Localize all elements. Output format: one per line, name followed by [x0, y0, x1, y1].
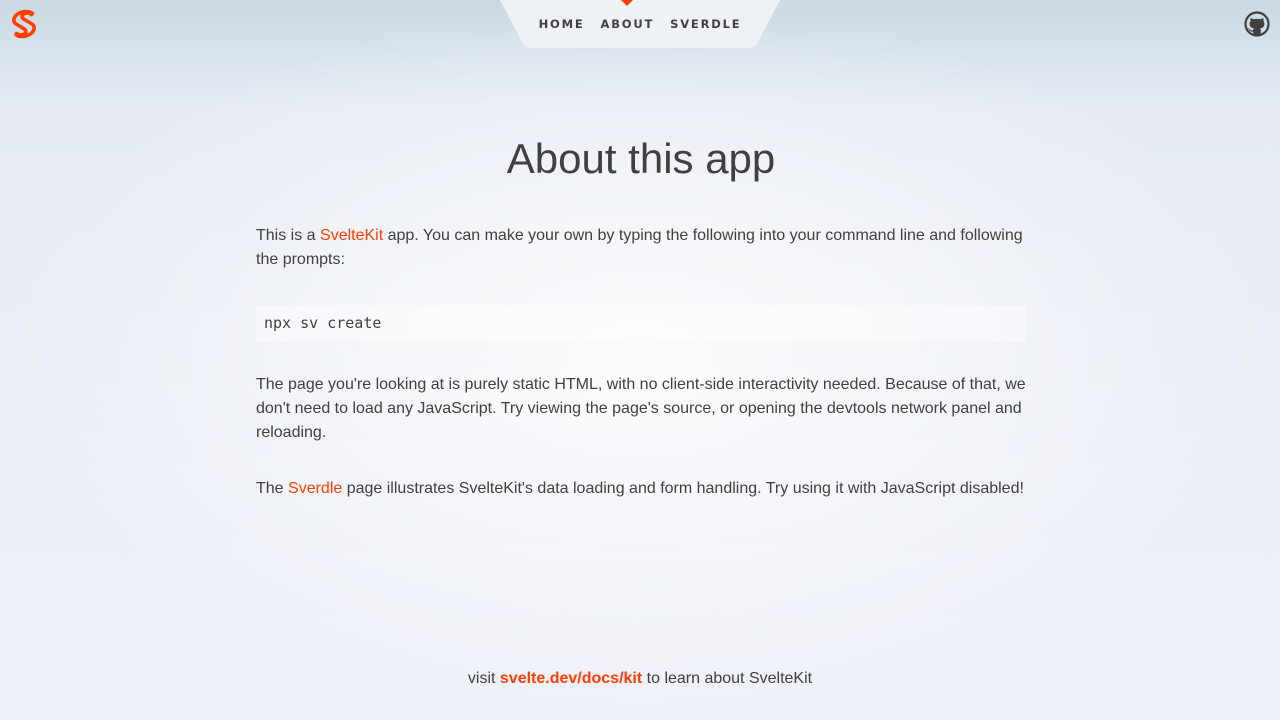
static-html-paragraph: The page you're looking at is purely sta…	[256, 376, 1026, 441]
sverdle-paragraph: The Sverdle page illustrates SvelteKit's…	[256, 477, 1026, 501]
sverdle-text-after: page illustrates SvelteKit's data loadin…	[342, 480, 1024, 497]
command-code-block: npx sv create	[256, 305, 1026, 341]
page-title: About this app	[506, 135, 776, 182]
footer-text-after: to learn about SvelteKit	[642, 670, 813, 687]
about-content: About this app This is a SvelteKit app. …	[256, 0, 1026, 501]
footer-text-before: visit	[467, 670, 500, 687]
sveltekit-link[interactable]: SvelteKit	[320, 227, 383, 244]
svelte-logo-link[interactable]	[10, 9, 38, 39]
svelte-docs-link[interactable]: svelte.dev/docs/kit	[500, 670, 642, 687]
site-footer: visit svelte.dev/docs/kit to learn about…	[0, 668, 1280, 690]
sverdle-link[interactable]: Sverdle	[288, 480, 342, 497]
command-code: npx sv create	[264, 314, 382, 332]
intro-paragraph: This is a SvelteKit app. You can make yo…	[256, 224, 1026, 272]
sverdle-text-before: The	[256, 480, 289, 497]
github-icon	[1244, 11, 1270, 37]
svelte-logo-icon	[12, 9, 36, 39]
github-link[interactable]	[1244, 11, 1270, 37]
intro-text-before: This is a	[256, 227, 321, 244]
